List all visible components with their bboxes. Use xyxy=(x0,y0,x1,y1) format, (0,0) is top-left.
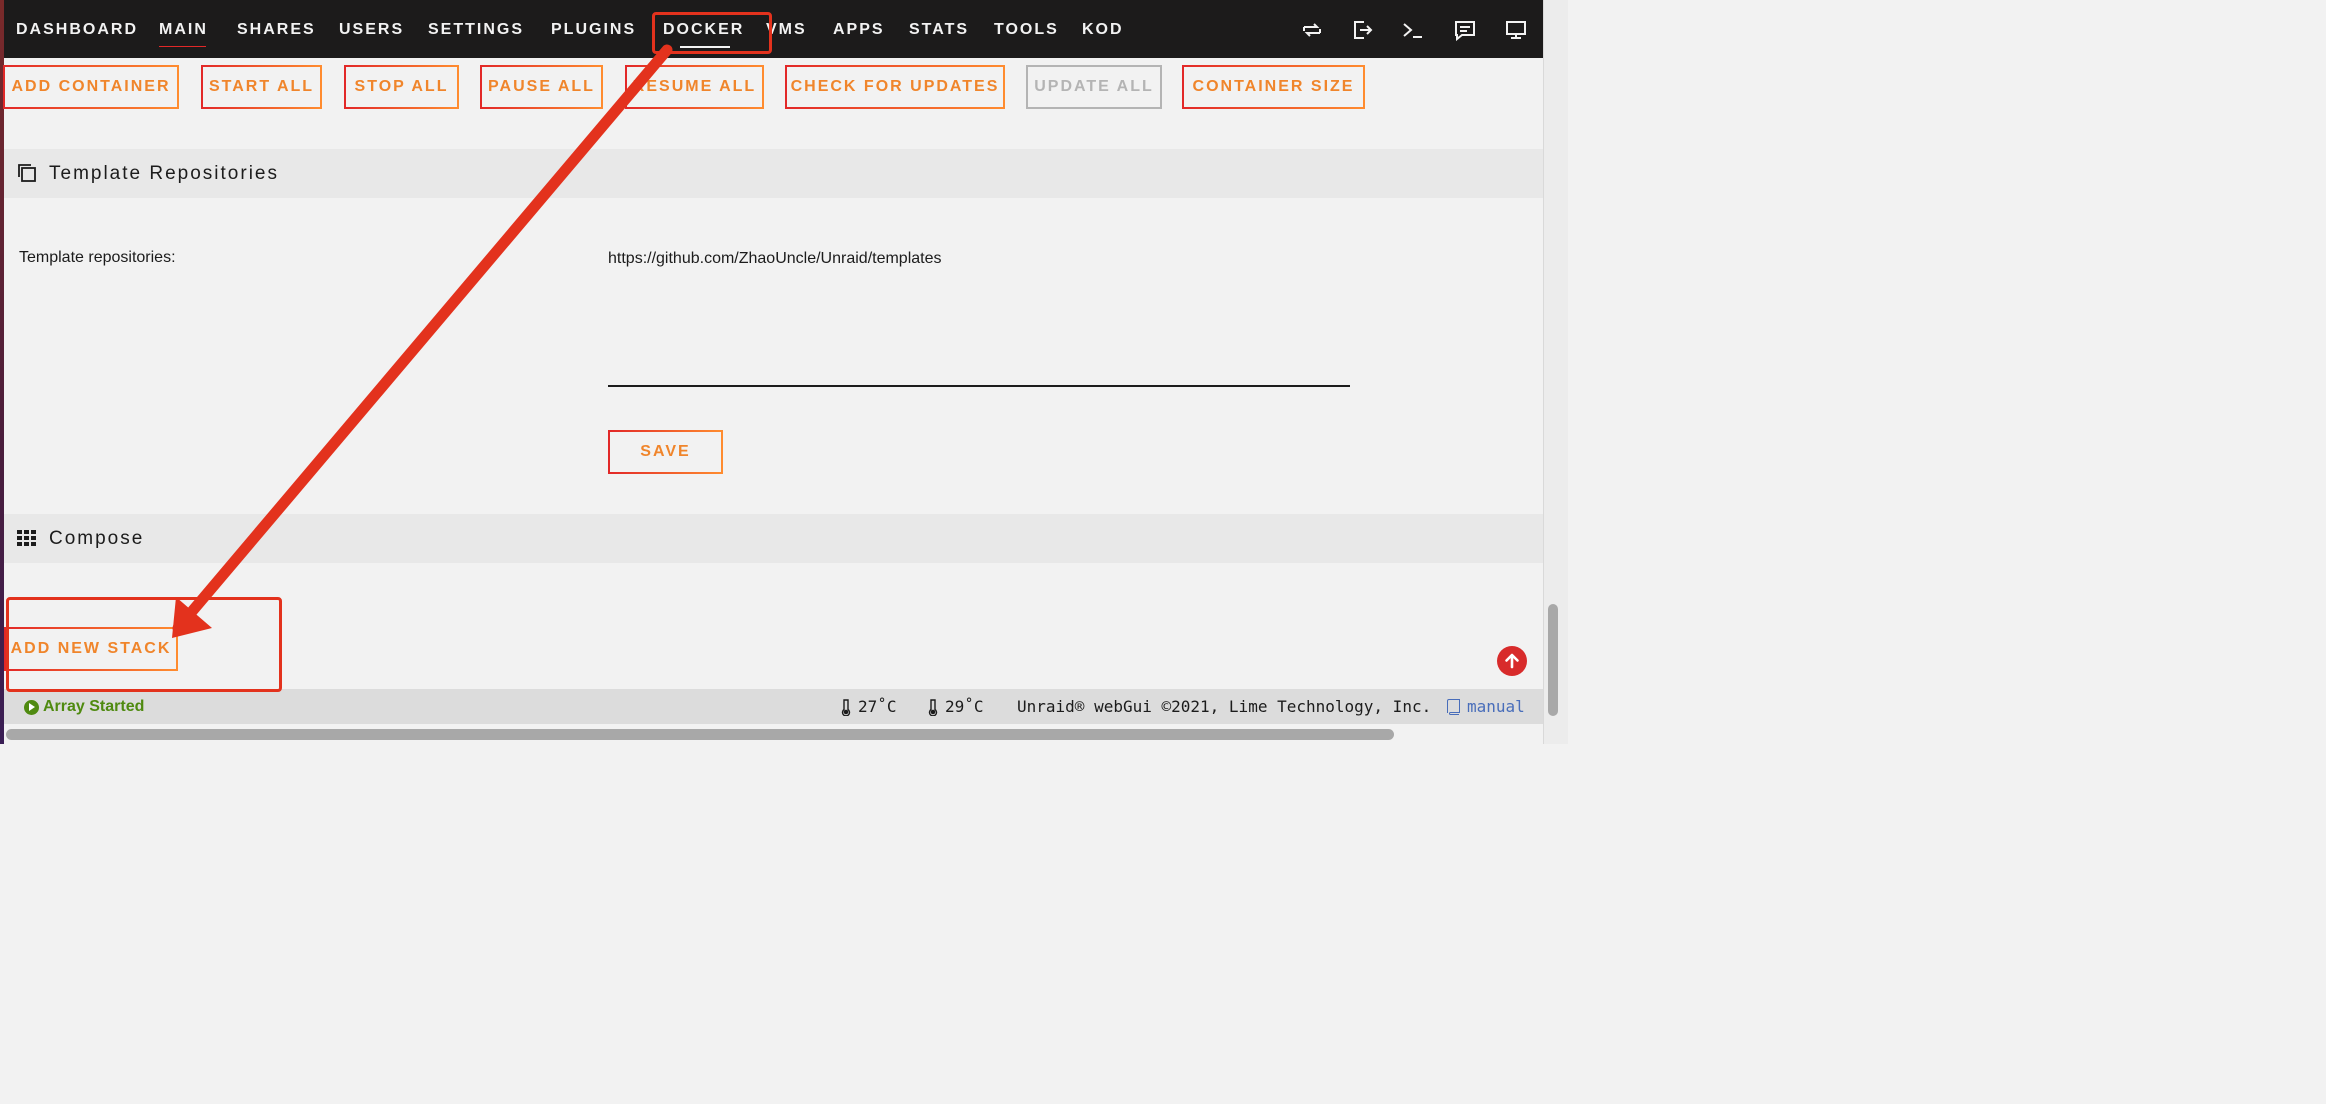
add-container-button[interactable]: ADD CONTAINER xyxy=(3,65,179,109)
book-icon xyxy=(1447,698,1460,715)
container-size-button[interactable]: CONTAINER SIZE xyxy=(1182,65,1365,109)
add-new-stack-button[interactable]: ADD NEW STACK xyxy=(4,627,178,671)
play-circle-icon xyxy=(24,699,39,715)
footer-bar: Array Started 27˚C 29˚C Unraid® webGui ©… xyxy=(4,689,1543,724)
tab-shares[interactable]: SHARES xyxy=(237,21,316,39)
update-all-button: UPDATE ALL xyxy=(1026,65,1162,109)
terminal-icon[interactable] xyxy=(1401,18,1425,42)
array-status-text: Array Started xyxy=(43,698,145,715)
section-title: Compose xyxy=(49,528,145,549)
compose-header: Compose xyxy=(4,514,1543,563)
section-title: Template Repositories xyxy=(49,163,279,184)
template-repositories-label: Template repositories: xyxy=(19,249,176,266)
pause-all-button[interactable]: PAUSE ALL xyxy=(480,65,603,109)
logout-icon[interactable] xyxy=(1350,18,1374,42)
thermometer-icon xyxy=(928,698,938,716)
temperature-2-value: 29˚C xyxy=(945,697,984,716)
check-for-updates-button[interactable]: CHECK FOR UPDATES xyxy=(785,65,1005,109)
stop-all-button[interactable]: STOP ALL xyxy=(344,65,459,109)
tab-tools[interactable]: TOOLS xyxy=(994,21,1059,39)
vertical-scrollbar-thumb[interactable] xyxy=(1548,604,1558,716)
resume-all-button[interactable]: RESUME ALL xyxy=(625,65,764,109)
temperature-1: 27˚C xyxy=(840,697,897,716)
tab-users[interactable]: USERS xyxy=(339,21,404,39)
tab-settings[interactable]: SETTINGS xyxy=(428,21,524,39)
thermometer-icon xyxy=(841,698,851,716)
monitor-icon[interactable] xyxy=(1504,18,1528,42)
tab-dashboard[interactable]: DASHBOARD xyxy=(16,21,138,39)
manual-link[interactable]: manual xyxy=(1447,697,1525,716)
tab-vms[interactable]: VMS xyxy=(766,21,807,39)
top-nav-bar: DASHBOARD MAIN SHARES USERS SETTINGS PLU… xyxy=(4,0,1543,58)
feedback-icon[interactable] xyxy=(1453,18,1477,42)
manual-link-text: manual xyxy=(1467,697,1525,716)
save-button[interactable]: SAVE xyxy=(608,430,723,474)
start-all-button[interactable]: START ALL xyxy=(201,65,322,109)
temperature-1-value: 27˚C xyxy=(858,697,897,716)
tab-kod[interactable]: KOD xyxy=(1082,21,1124,39)
template-repositories-header: Template Repositories xyxy=(4,149,1543,198)
tab-plugins[interactable]: PLUGINS xyxy=(551,21,636,39)
tab-stats[interactable]: STATS xyxy=(909,21,969,39)
arrow-up-icon xyxy=(1505,653,1519,669)
temperature-2: 29˚C xyxy=(927,697,984,716)
template-repositories-input[interactable]: https://github.com/ZhaoUncle/Unraid/temp… xyxy=(608,242,1350,387)
grid-icon xyxy=(16,527,38,549)
tab-docker[interactable]: DOCKER xyxy=(663,21,744,48)
copyright-text: Unraid® webGui ©2021, Lime Technology, I… xyxy=(1017,697,1432,716)
refresh-icon[interactable] xyxy=(1300,18,1324,42)
array-status: Array Started xyxy=(24,698,144,716)
horizontal-scrollbar-thumb[interactable] xyxy=(6,729,1394,740)
scroll-to-top-button[interactable] xyxy=(1497,646,1527,676)
clone-icon xyxy=(16,162,38,184)
tab-main[interactable]: MAIN xyxy=(159,21,208,47)
tab-apps[interactable]: APPS xyxy=(833,21,885,39)
